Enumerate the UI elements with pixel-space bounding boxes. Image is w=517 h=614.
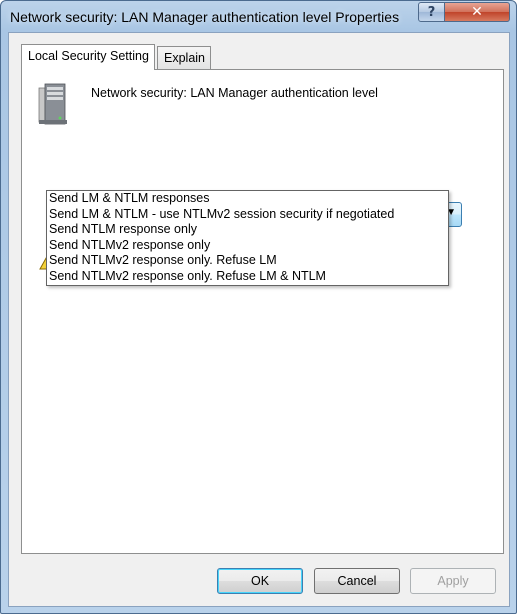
dropdown-option[interactable]: Send NTLMv2 response only xyxy=(47,238,448,254)
ok-button[interactable]: OK xyxy=(217,568,303,594)
dropdown-list: Send LM & NTLM responses Send LM & NTLM … xyxy=(46,190,449,286)
cancel-button[interactable]: Cancel xyxy=(314,568,400,594)
policy-name: Network security: LAN Manager authentica… xyxy=(91,86,378,100)
tab-explain[interactable]: Explain xyxy=(157,46,211,70)
dropdown-option[interactable]: Send NTLM response only xyxy=(47,222,448,238)
dropdown-option[interactable]: Send LM & NTLM - use NTLMv2 session secu… xyxy=(47,207,448,223)
apply-button[interactable]: Apply xyxy=(410,568,496,594)
close-button[interactable]: ✕ xyxy=(444,2,510,22)
tab-local-security-setting[interactable]: Local Security Setting xyxy=(21,44,155,70)
properties-window: Network security: LAN Manager authentica… xyxy=(0,0,517,614)
dialog-body: Local Security Setting Explain Network s… xyxy=(8,32,510,607)
server-icon xyxy=(38,83,67,125)
tab-panel: Network security: LAN Manager authentica… xyxy=(21,69,504,554)
dropdown-option[interactable]: Send LM & NTLM responses xyxy=(47,191,448,207)
dropdown-option[interactable]: Send NTLMv2 response only. Refuse LM xyxy=(47,253,448,269)
dropdown-option[interactable]: Send NTLMv2 response only. Refuse LM & N… xyxy=(47,269,448,285)
help-button[interactable]: ? xyxy=(418,2,445,22)
title-bar[interactable]: Network security: LAN Manager authentica… xyxy=(1,1,516,33)
window-title: Network security: LAN Manager authentica… xyxy=(10,9,400,25)
